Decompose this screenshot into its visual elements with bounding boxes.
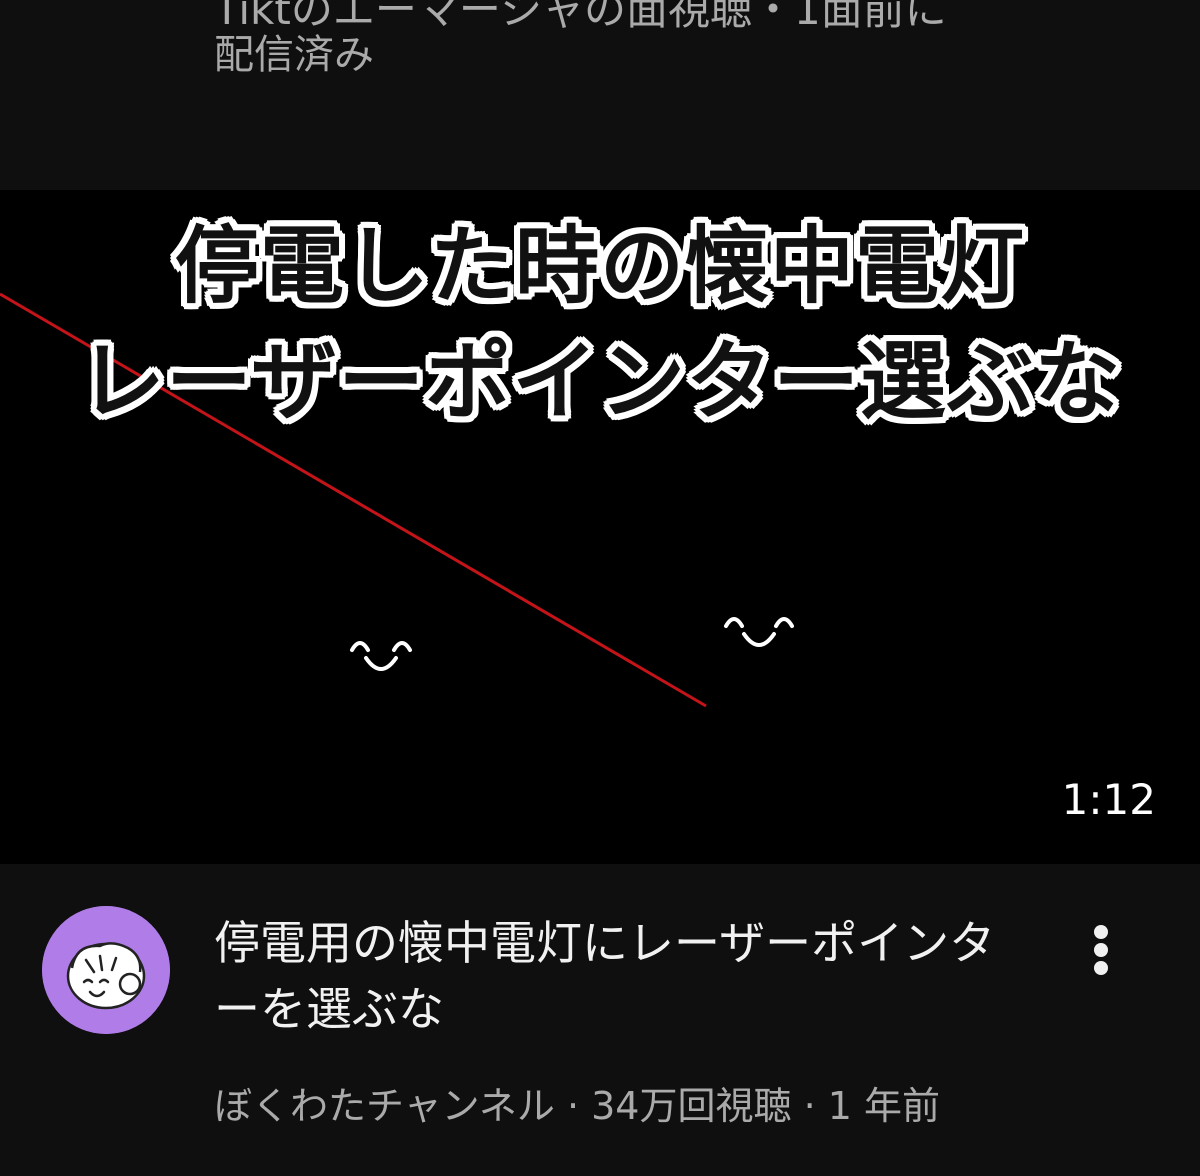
more-options-button[interactable] bbox=[1076, 918, 1126, 998]
video-meta: 停電用の懐中電灯にレーザーポインターを選ぶな ぼくわたチャンネル · 34万回視… bbox=[0, 864, 1200, 1176]
video-title[interactable]: 停電用の懐中電灯にレーザーポインターを選ぶな bbox=[214, 910, 1034, 1042]
video-feed: Tiktのエーマーシャの面視聴・1面前に 配信済み 停電した時の懐中電灯 レーザ… bbox=[0, 0, 1200, 1176]
video-subtitle: ぼくわたチャンネル · 34万回視聴 · 1 年前 bbox=[214, 1078, 1074, 1134]
upload-age: 1 年前 bbox=[827, 1084, 940, 1128]
face-right bbox=[724, 617, 794, 647]
video-duration: 1:12 bbox=[1061, 775, 1156, 824]
channel-name[interactable]: ぼくわたチャンネル bbox=[214, 1084, 555, 1128]
thumbnail-title-line2: レーザーポインター選ぶな bbox=[78, 332, 1122, 432]
video-thumbnail[interactable]: 停電した時の懐中電灯 レーザーポインター選ぶな 1:12 bbox=[0, 190, 1200, 864]
previous-video-status: 配信済み bbox=[214, 32, 374, 78]
more-vert-icon bbox=[1094, 925, 1108, 975]
thumbnail-title-line1: 停電した時の懐中電灯 bbox=[174, 217, 1025, 315]
separator: · bbox=[791, 1084, 828, 1128]
previous-video-item[interactable]: Tiktのエーマーシャの面視聴・1面前に 配信済み bbox=[0, 0, 1200, 190]
face-left bbox=[350, 641, 412, 671]
view-count: 34万回視聴 bbox=[591, 1084, 792, 1128]
channel-avatar[interactable] bbox=[42, 906, 170, 1034]
avatar-face-icon bbox=[42, 906, 170, 1034]
separator: · bbox=[554, 1084, 592, 1128]
